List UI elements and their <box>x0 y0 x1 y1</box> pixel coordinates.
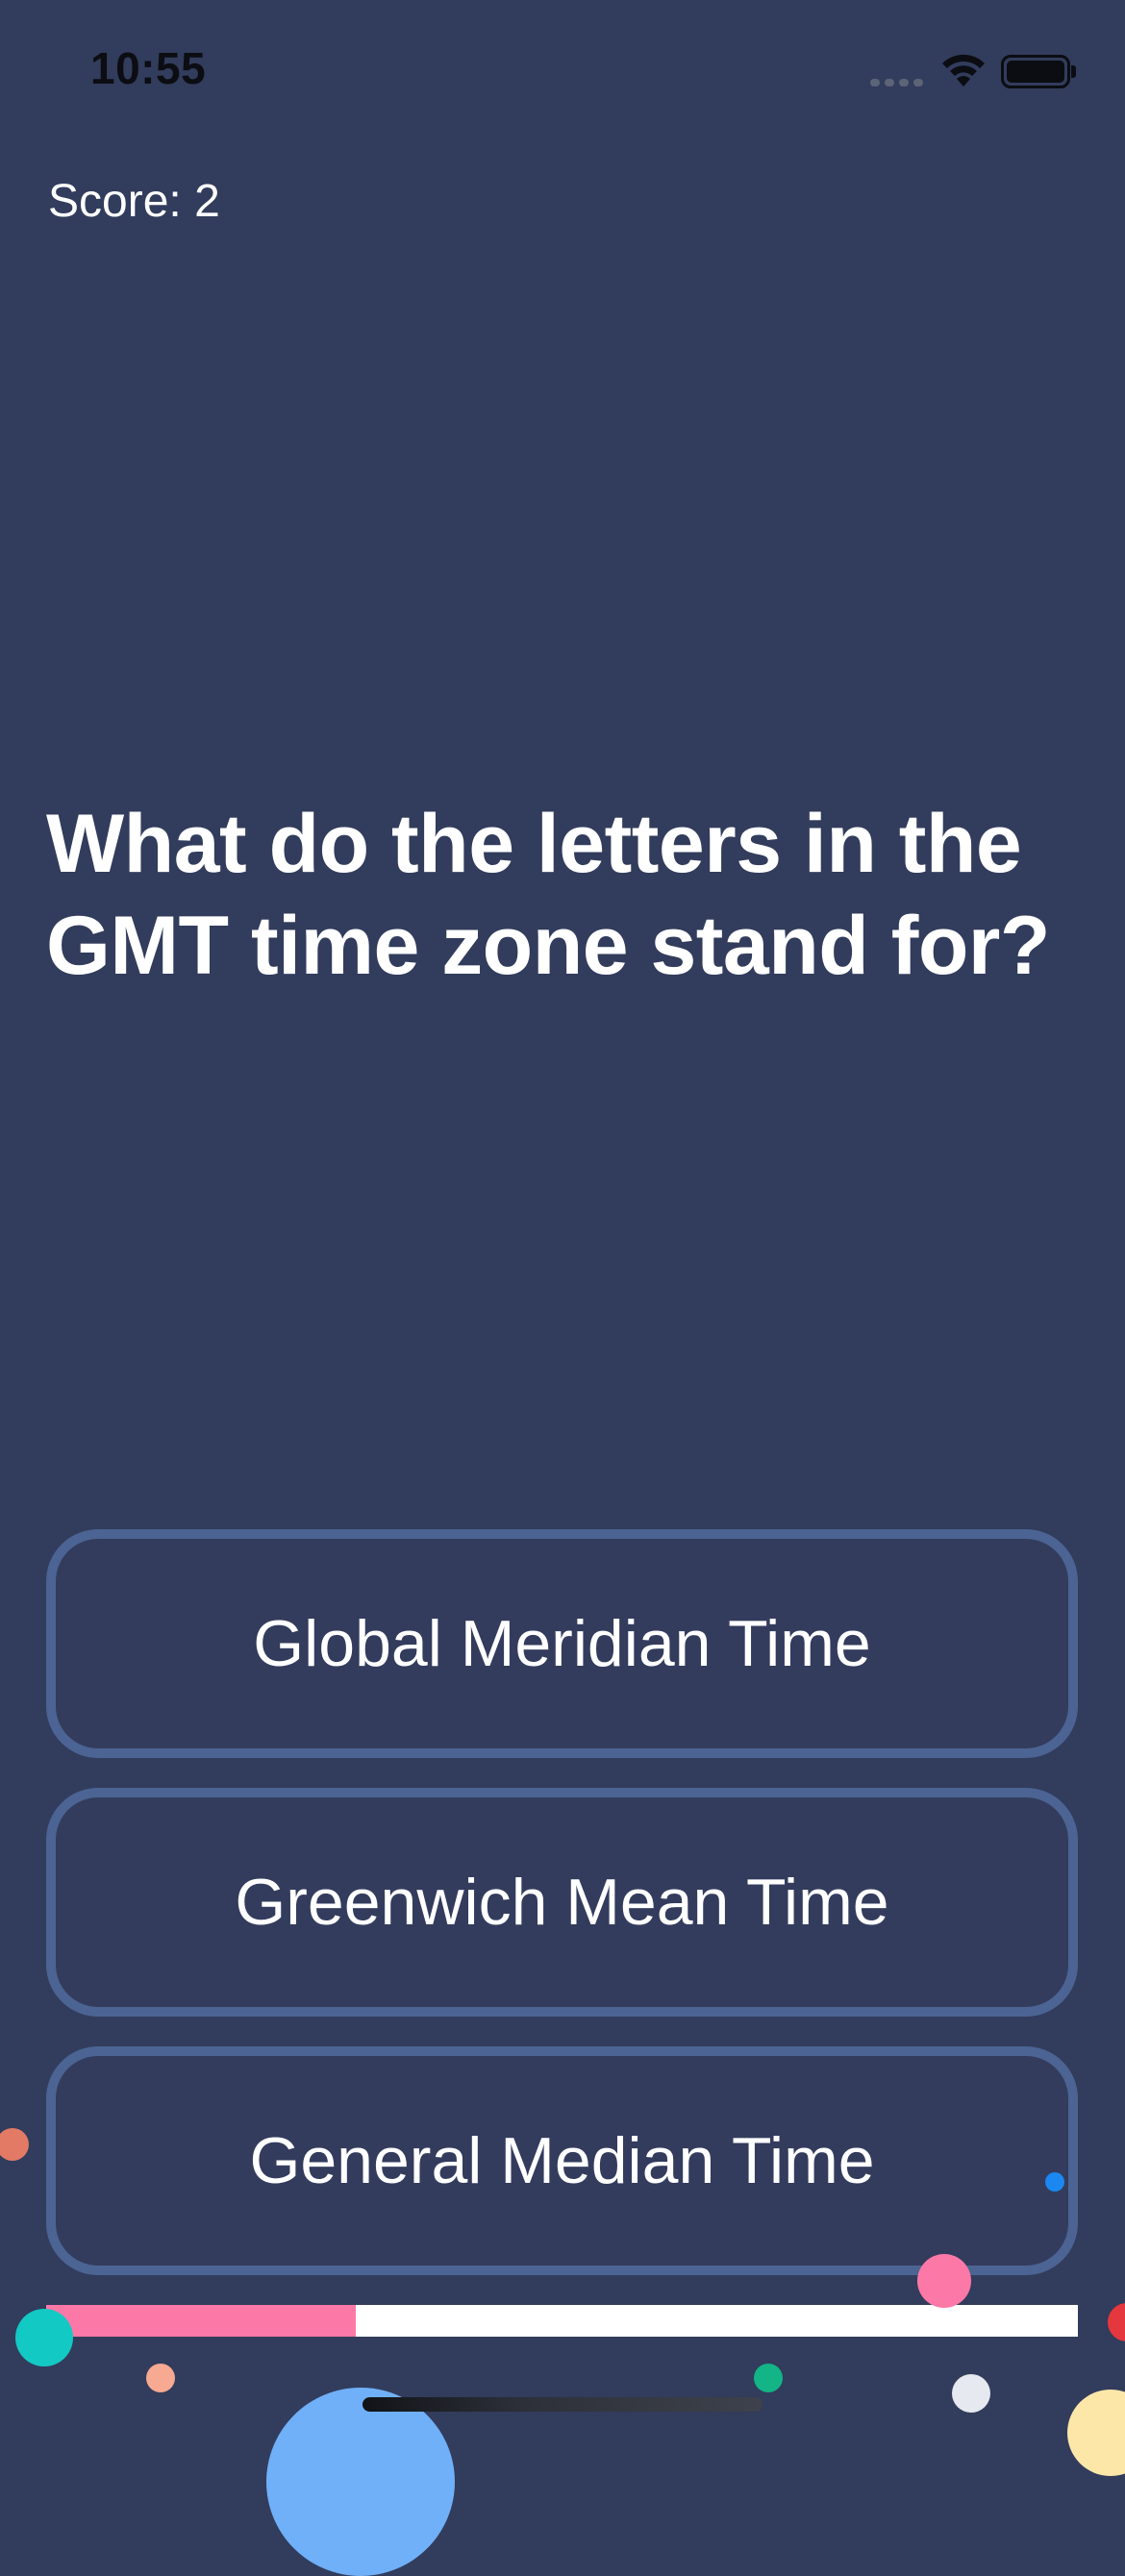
confetti-dot <box>1108 2303 1125 2341</box>
answer-label: Greenwich Mean Time <box>235 1866 889 1939</box>
status-time: 10:55 <box>90 43 207 93</box>
answer-button-general-median-time[interactable]: General Median Time <box>46 2046 1078 2275</box>
answer-button-global-meridian-time[interactable]: Global Meridian Time <box>46 1529 1078 1758</box>
confetti-dot <box>1045 2172 1064 2192</box>
timer-progress-fill <box>46 2305 356 2337</box>
confetti-dot <box>146 2364 175 2392</box>
battery-icon <box>1001 55 1070 88</box>
status-bar: 10:55 <box>0 0 1125 144</box>
cellular-signal-icon <box>870 79 924 87</box>
wifi-icon <box>942 54 985 87</box>
answer-button-greenwich-mean-time[interactable]: Greenwich Mean Time <box>46 1788 1078 2017</box>
confetti-dot <box>266 2388 455 2576</box>
question-text: What do the letters in the GMT time zone… <box>46 793 1085 997</box>
question-line-2: GMT time zone stand for? <box>46 900 1050 992</box>
battery-cap <box>1071 65 1076 78</box>
answer-label: Global Meridian Time <box>253 1607 871 1680</box>
confetti-dot <box>15 2309 73 2366</box>
confetti-dot <box>754 2364 783 2392</box>
confetti-dot <box>952 2374 990 2413</box>
confetti-dot <box>1067 2390 1125 2476</box>
score-label: Score: 2 <box>48 176 220 227</box>
home-indicator[interactable] <box>362 2397 762 2412</box>
confetti-dot <box>917 2254 971 2308</box>
question-line-1: What do the letters in the <box>46 798 1022 890</box>
confetti-dot <box>0 2128 29 2161</box>
timer-progress-bar <box>46 2305 1078 2337</box>
answer-label: General Median Time <box>249 2124 875 2197</box>
